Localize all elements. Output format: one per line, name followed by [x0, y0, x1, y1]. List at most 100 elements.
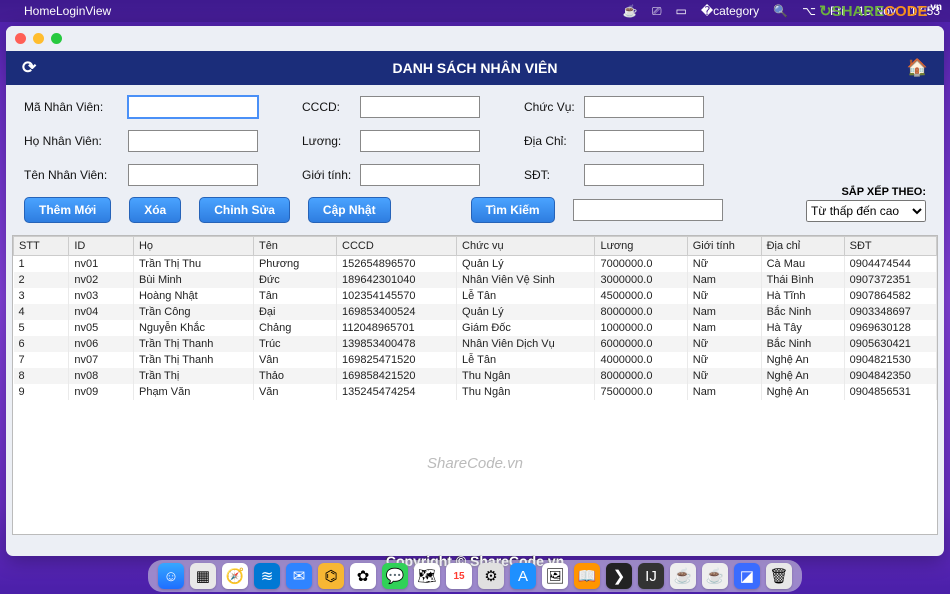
search-input[interactable] [573, 199, 723, 221]
finder-icon[interactable]: ☺ [158, 563, 184, 589]
control-center-icon[interactable]: ⌥ [802, 4, 816, 18]
label-ma-nv: Mã Nhân Viên: [24, 100, 128, 114]
sort-label: SẮP XẾP THEO: [806, 186, 926, 198]
table-row[interactable]: 4nv04Trần CôngĐại169853400524Quản Lý8000… [14, 304, 937, 320]
table-cell: 3 [14, 288, 69, 304]
table-row[interactable]: 9nv09Phạm VănVăn135245474254Thu Ngân7500… [14, 384, 937, 400]
table-cell: Phương [253, 256, 336, 273]
java2-icon[interactable]: ☕ [702, 563, 728, 589]
table-cell: 8000000.0 [595, 368, 687, 384]
add-button[interactable]: Thêm Mới [24, 197, 111, 223]
menubar-time[interactable]: 17:53 [910, 4, 940, 18]
table-row[interactable]: 7nv07Trần Thị ThanhVân169825471520Lễ Tân… [14, 352, 937, 368]
input-chuc-vu[interactable] [584, 96, 704, 118]
app-name[interactable]: HomeLoginView [24, 4, 111, 18]
trash-icon[interactable]: 🗑 [766, 563, 792, 589]
input-dia-chi[interactable] [584, 130, 704, 152]
table-row[interactable]: 5nv05Nguyễn KhắcChảng112048965701Giám Đố… [14, 320, 937, 336]
table-row[interactable]: 8nv08Trần ThịThảo169858421520Thu Ngân800… [14, 368, 937, 384]
table-cell: 152654896570 [337, 256, 457, 273]
delete-button[interactable]: Xóa [129, 197, 181, 223]
employee-table[interactable]: STTIDHọTênCCCDChức vụLươngGiới tínhĐịa c… [12, 235, 938, 535]
coffee-icon[interactable]: ☕ [623, 4, 638, 18]
table-cell: 169858421520 [337, 368, 457, 384]
table-cell: Trần Thị [133, 368, 253, 384]
table-cell: 7 [14, 352, 69, 368]
table-cell: 4500000.0 [595, 288, 687, 304]
minimize-icon[interactable] [33, 33, 44, 44]
mail-icon[interactable]: ✉ [286, 563, 312, 589]
terminal-icon[interactable]: ❯ [606, 563, 632, 589]
calendar-icon[interactable]: 15 [446, 563, 472, 589]
input-ma-nv[interactable] [128, 96, 258, 118]
cast-icon[interactable]: ⎚ [652, 4, 662, 19]
input-ho-nv[interactable] [128, 130, 258, 152]
battery-icon[interactable]: ▭ [675, 4, 686, 18]
table-header[interactable]: Giới tính [687, 237, 761, 256]
table-header[interactable]: Lương [595, 237, 687, 256]
input-ten-nv[interactable] [128, 164, 258, 186]
table-cell: 7500000.0 [595, 384, 687, 400]
maps-icon[interactable]: 🗺 [414, 563, 440, 589]
table-row[interactable]: 1nv01Trần Thị ThuPhương152654896570Quản … [14, 256, 937, 273]
table-header[interactable]: SĐT [844, 237, 936, 256]
table-cell: Thu Ngân [457, 368, 595, 384]
terminal-app-icon[interactable]: ⌬ [318, 563, 344, 589]
mission-icon[interactable]: ◪ [734, 563, 760, 589]
table-header[interactable]: STT [14, 237, 69, 256]
settings-icon[interactable]: ⚙ [478, 563, 504, 589]
input-gioi-tinh[interactable] [360, 164, 480, 186]
table-row[interactable]: 6nv06Trần Thị ThanhTrúc139853400478Nhân … [14, 336, 937, 352]
input-luong[interactable] [360, 130, 480, 152]
table-header[interactable]: CCCD [337, 237, 457, 256]
safari-icon[interactable]: 🧭 [222, 563, 248, 589]
table-cell: 169853400524 [337, 304, 457, 320]
photos-icon[interactable]: ✿ [350, 563, 376, 589]
table-header[interactable]: ID [69, 237, 134, 256]
table-cell: Nhân Viên Vệ Sinh [457, 272, 595, 288]
table-row[interactable]: 3nv03Hoàng NhậtTân102354145570Lễ Tân4500… [14, 288, 937, 304]
close-icon[interactable] [15, 33, 26, 44]
update-button[interactable]: Cập Nhật [308, 197, 391, 223]
table-cell: 5 [14, 320, 69, 336]
page-title: DANH SÁCH NHÂN VIÊN [393, 60, 558, 76]
table-cell: Trần Công [133, 304, 253, 320]
table-header[interactable]: Tên [253, 237, 336, 256]
table-header[interactable]: Họ [133, 237, 253, 256]
table-cell: Nghệ An [761, 384, 844, 400]
maximize-icon[interactable] [51, 33, 62, 44]
table-cell: nv08 [69, 368, 134, 384]
table-cell: 2 [14, 272, 69, 288]
input-cccd[interactable] [360, 96, 480, 118]
vscode-icon[interactable]: ≋ [254, 563, 280, 589]
search-button[interactable]: Tìm Kiếm [471, 197, 555, 223]
search-icon[interactable]: 🔍 [773, 4, 788, 18]
home-icon[interactable]: 🏠 [907, 58, 928, 78]
table-cell: Chảng [253, 320, 336, 336]
refresh-icon[interactable]: ⟳ [22, 58, 36, 78]
menubar-day[interactable]: Fri [830, 4, 844, 18]
table-cell: 0907372351 [844, 272, 936, 288]
preview-icon[interactable]: 🖼 [542, 563, 568, 589]
books-icon[interactable]: 📖 [574, 563, 600, 589]
table-cell: Tân [253, 288, 336, 304]
messages-icon[interactable]: 💬 [382, 563, 408, 589]
table-row[interactable]: 2nv02Bùi MinhĐức189642301040Nhân Viên Vệ… [14, 272, 937, 288]
table-header[interactable]: Địa chỉ [761, 237, 844, 256]
intellij-icon[interactable]: IJ [638, 563, 664, 589]
table-cell: 4 [14, 304, 69, 320]
java1-icon[interactable]: ☕ [670, 563, 696, 589]
table-cell: nv09 [69, 384, 134, 400]
appstore-icon[interactable]: A [510, 563, 536, 589]
table-header[interactable]: Chức vụ [457, 237, 595, 256]
sort-select[interactable]: Từ thấp đến cao [806, 200, 926, 222]
launchpad-icon[interactable]: ▦ [190, 563, 216, 589]
wifi-icon[interactable]: �category [701, 4, 759, 18]
label-dia-chi: Địa Chỉ: [524, 134, 584, 148]
input-sdt[interactable] [584, 164, 704, 186]
table-cell: 1000000.0 [595, 320, 687, 336]
table-cell: 7000000.0 [595, 256, 687, 273]
edit-button[interactable]: Chỉnh Sửa [199, 197, 290, 223]
menubar-date[interactable]: 15 Nov [858, 4, 896, 18]
table-cell: 6 [14, 336, 69, 352]
